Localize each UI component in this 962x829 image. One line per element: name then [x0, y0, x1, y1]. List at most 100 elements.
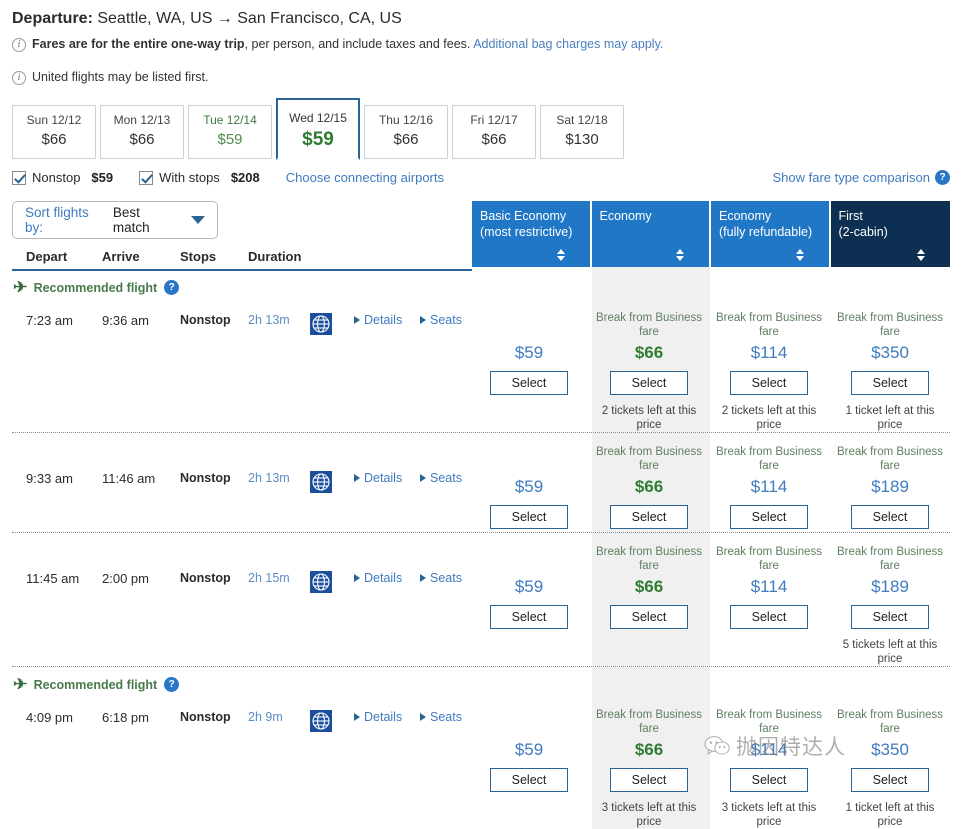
break-from-business-note: Break from Business fare [595, 709, 703, 735]
show-fare-comparison[interactable]: Show fare type comparison ? [772, 170, 950, 185]
table-row[interactable]: 7:23 am 9:36 am Nonstop 2h 13m Details S… [12, 299, 950, 432]
fare-header-subtitle: (most restrictive) [480, 225, 573, 239]
nonstop-checkbox[interactable] [12, 170, 26, 185]
select-button[interactable]: Select [730, 371, 808, 395]
sort-arrows-icon[interactable] [556, 249, 566, 262]
nonstop-filter[interactable]: Nonstop $59 [12, 170, 113, 185]
select-button[interactable]: Select [851, 371, 929, 395]
help-icon[interactable]: ? [164, 677, 180, 692]
sort-arrows-icon[interactable] [917, 249, 926, 262]
select-button[interactable]: Select [610, 505, 688, 529]
fare-column-headers: Basic Economy (most restrictive) Economy… [472, 201, 950, 267]
break-from-business-note: Break from Business fare [715, 312, 823, 338]
select-button[interactable]: Select [851, 768, 929, 792]
with-stops-checkbox[interactable] [139, 170, 154, 185]
select-button[interactable]: Select [730, 768, 808, 792]
select-button[interactable]: Select [610, 768, 688, 792]
flight-depart-time: 11:45 am [26, 571, 80, 586]
help-icon[interactable]: ? [164, 280, 180, 295]
bag-charges-link[interactable]: Additional bag charges may apply. [473, 37, 663, 51]
date-tab[interactable]: Mon 12/13 $66 [100, 105, 184, 159]
tickets-left-note: 2 tickets left at this price [601, 405, 697, 431]
select-button[interactable]: Select [490, 605, 568, 629]
fare-header-economy-refundable[interactable]: Economy (fully refundable) [711, 201, 829, 267]
help-icon[interactable]: ? [935, 170, 950, 185]
flight-info: 9:33 am 11:46 am Nonstop 2h 13m Details … [12, 433, 470, 532]
info-icon: i [12, 71, 26, 85]
fare-header-title: Economy [719, 209, 772, 223]
fare-column-first[interactable]: First (2-cabin) [830, 201, 950, 267]
fare-cell-economy: Break from Business fare $66 Select [590, 433, 708, 532]
date-tab-price: $59 [217, 131, 243, 148]
date-tab[interactable]: Sun 12/12 $66 [12, 105, 96, 159]
table-row[interactable]: 11:45 am 2:00 pm Nonstop 2h 15m Details … [12, 532, 950, 666]
select-button[interactable]: Select [610, 371, 688, 395]
fare-header-basic-economy[interactable]: Basic Economy (most restrictive) [472, 201, 590, 267]
break-from-business-note: Break from Business fare [836, 446, 944, 472]
fare-column-economy[interactable]: Economy [591, 201, 709, 267]
tickets-left-note: 1 ticket left at this price [845, 802, 935, 828]
fare-price: $66 [634, 343, 664, 362]
select-button[interactable]: Select [730, 505, 808, 529]
select-button[interactable]: Select [851, 605, 929, 629]
airplane-icon: ✈ [13, 279, 28, 296]
select-button[interactable]: Select [490, 505, 568, 529]
fares-note: i Fares are for the entire one-way trip,… [12, 37, 950, 52]
select-button[interactable]: Select [610, 605, 688, 629]
departure-line: Departure: Seattle, WA, US → San Francis… [12, 10, 950, 28]
date-tab-strip[interactable]: Sun 12/12 $66 Mon 12/13 $66 Tue 12/14 $5… [0, 97, 962, 160]
date-tab-price: $66 [393, 131, 419, 148]
flight-details-link[interactable]: Details [354, 710, 420, 724]
flight-details-link[interactable]: Details [354, 571, 420, 585]
break-from-business-note: Break from Business fare [715, 546, 823, 572]
united-note-text: United flights may be listed first. [32, 70, 209, 84]
sort-value: Best match [112, 205, 150, 235]
date-tab[interactable]: Thu 12/16 $66 [364, 105, 448, 159]
column-header-duration[interactable]: Duration [248, 249, 348, 264]
select-button[interactable]: Select [730, 605, 808, 629]
flight-depart-time: 9:33 am [26, 471, 73, 486]
fare-cell-first: Break from Business fare $189 Select [830, 433, 950, 532]
select-button[interactable]: Select [490, 371, 568, 395]
fare-header-first[interactable]: First (2-cabin) [830, 201, 950, 267]
flight-stops: Nonstop [180, 710, 231, 724]
fare-column-economy-refundable[interactable]: Economy (fully refundable) [711, 201, 829, 267]
break-from-business-note: Break from Business fare [715, 709, 823, 735]
column-header-depart[interactable]: Depart [12, 249, 102, 264]
date-tab-day: Thu 12/16 [378, 113, 434, 127]
nonstop-price: $59 [91, 170, 114, 185]
column-header-arrive[interactable]: Arrive [102, 249, 180, 264]
departure-route: Seattle, WA, US → San Francisco, CA, US [97, 10, 402, 27]
table-row[interactable]: 4:09 pm 6:18 pm Nonstop 2h 9m Details Se… [12, 696, 950, 829]
flight-seats-link[interactable]: Seats [420, 471, 462, 485]
sort-arrows-icon[interactable] [795, 249, 805, 262]
flight-seats-link[interactable]: Seats [420, 313, 462, 327]
date-tab-day: Fri 12/17 [470, 113, 518, 127]
select-button[interactable]: Select [851, 505, 929, 529]
sort-flights-dropdown[interactable]: Sort flights by: Best match [12, 201, 218, 239]
fare-price: $59 [514, 477, 544, 496]
flight-details-link[interactable]: Details [354, 471, 420, 485]
fare-column-basic-economy[interactable]: Basic Economy (most restrictive) [472, 201, 590, 267]
select-button[interactable]: Select [490, 768, 568, 792]
fare-cell-economy-refundable: Break from Business fare $114 Select [710, 533, 828, 666]
chevron-down-icon[interactable] [191, 216, 205, 224]
date-tab[interactable]: Sat 12/18 $130 [540, 105, 624, 159]
table-row[interactable]: 9:33 am 11:46 am Nonstop 2h 13m Details … [12, 432, 950, 532]
flight-seats-link[interactable]: Seats [420, 571, 462, 585]
flight-duration: 2h 9m [248, 710, 283, 724]
choose-connecting-airports-link[interactable]: Choose connecting airports [286, 170, 444, 185]
date-tab[interactable]: Tue 12/14 $59 [188, 105, 272, 159]
flight-seats-link[interactable]: Seats [420, 710, 462, 724]
column-header-stops[interactable]: Stops [180, 249, 248, 264]
sort-arrows-icon[interactable] [676, 249, 685, 262]
break-from-business-note: Break from Business fare [836, 312, 944, 338]
tickets-left-note: 2 tickets left at this price [721, 405, 817, 431]
flight-details-link[interactable]: Details [354, 313, 420, 327]
with-stops-filter[interactable]: With stops $208 [139, 170, 260, 185]
fare-header-economy[interactable]: Economy [591, 201, 709, 267]
date-tab[interactable]: Fri 12/17 $66 [452, 105, 536, 159]
date-tab-selected[interactable]: Wed 12/15 $59 [276, 98, 360, 160]
flight-depart-time: 7:23 am [26, 313, 73, 328]
seats-label: Seats [430, 710, 462, 724]
